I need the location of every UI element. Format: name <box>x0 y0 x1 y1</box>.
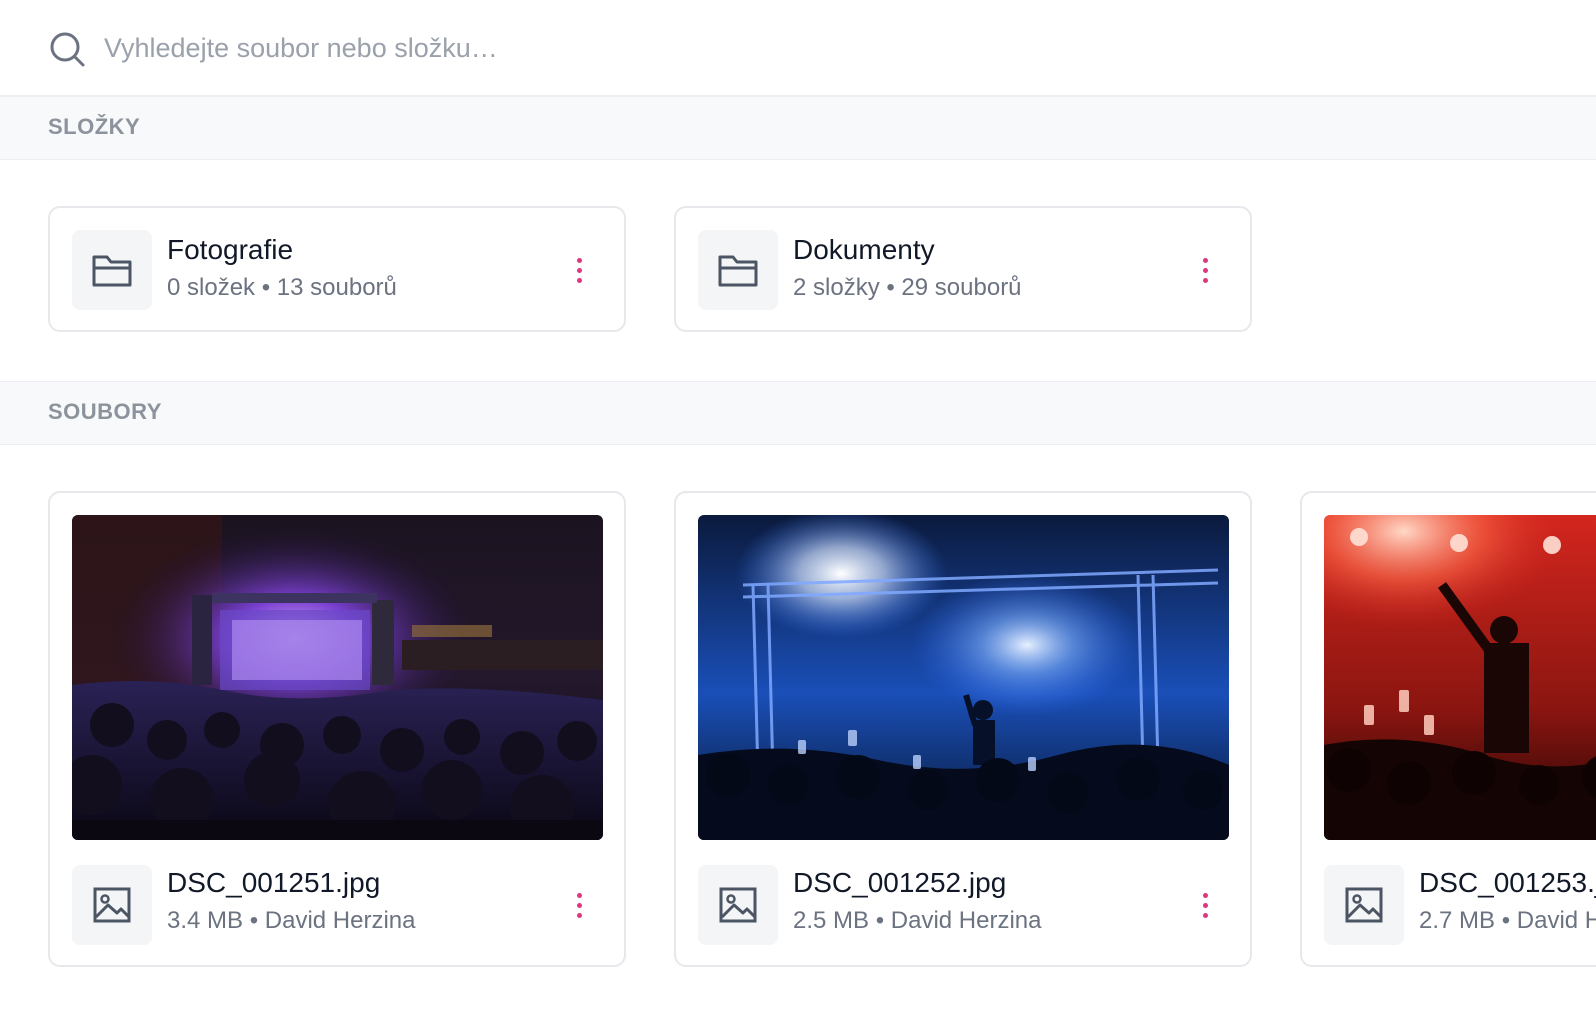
file-meta: 2.7 MB • David Herzina <box>1419 907 1596 934</box>
folder-icon-tile <box>698 230 778 310</box>
file-name: DSC_001253.jpg <box>1419 867 1596 898</box>
folder-meta: 2 složky • 29 souborů <box>793 274 1022 301</box>
more-options-icon[interactable] <box>567 250 591 290</box>
file-thumbnail[interactable] <box>1324 515 1596 840</box>
more-options-icon[interactable] <box>1193 250 1217 290</box>
files-section-header: SOUBORY <box>0 381 1596 445</box>
folders-section-header: SLOŽKY <box>0 96 1596 160</box>
folder-meta: 0 složek • 13 souborů <box>167 274 397 301</box>
folder-name: Dokumenty <box>793 234 935 265</box>
image-icon-tile <box>1324 865 1404 945</box>
image-icon <box>719 887 757 923</box>
file-card[interactable]: DSC_001252.jpg 2.5 MB • David Herzina <box>674 491 1252 967</box>
search-icon <box>50 32 85 67</box>
folder-icon <box>92 255 132 287</box>
file-card[interactable]: DSC_001251.jpg 3.4 MB • David Herzina <box>48 491 626 967</box>
image-icon-tile <box>698 865 778 945</box>
file-name: DSC_001252.jpg <box>793 867 1007 898</box>
folder-card[interactable]: Fotografie 0 složek • 13 souborů <box>48 206 626 332</box>
folder-icon-tile <box>72 230 152 310</box>
more-options-icon[interactable] <box>567 885 591 925</box>
search-bar <box>0 0 1596 96</box>
more-options-icon[interactable] <box>1193 885 1217 925</box>
search-input[interactable] <box>104 26 1004 70</box>
file-browser: SLOŽKY Fotografie 0 složek • 13 souborů … <box>0 0 1596 1032</box>
file-card[interactable]: DSC_001253.jpg 2.7 MB • David Herzina <box>1300 491 1596 967</box>
folders-section-title: SLOŽKY <box>48 114 141 139</box>
file-meta: 2.5 MB • David Herzina <box>793 907 1042 934</box>
image-icon <box>1345 887 1383 923</box>
image-icon-tile <box>72 865 152 945</box>
file-meta: 3.4 MB • David Herzina <box>167 907 416 934</box>
folder-icon <box>718 255 758 287</box>
file-name: DSC_001251.jpg <box>167 867 381 898</box>
file-thumbnail[interactable] <box>698 515 1229 840</box>
folder-name: Fotografie <box>167 234 294 265</box>
file-thumbnail[interactable] <box>72 515 603 840</box>
image-icon <box>93 887 131 923</box>
files-section-title: SOUBORY <box>48 399 162 424</box>
folder-card[interactable]: Dokumenty 2 složky • 29 souborů <box>674 206 1252 332</box>
